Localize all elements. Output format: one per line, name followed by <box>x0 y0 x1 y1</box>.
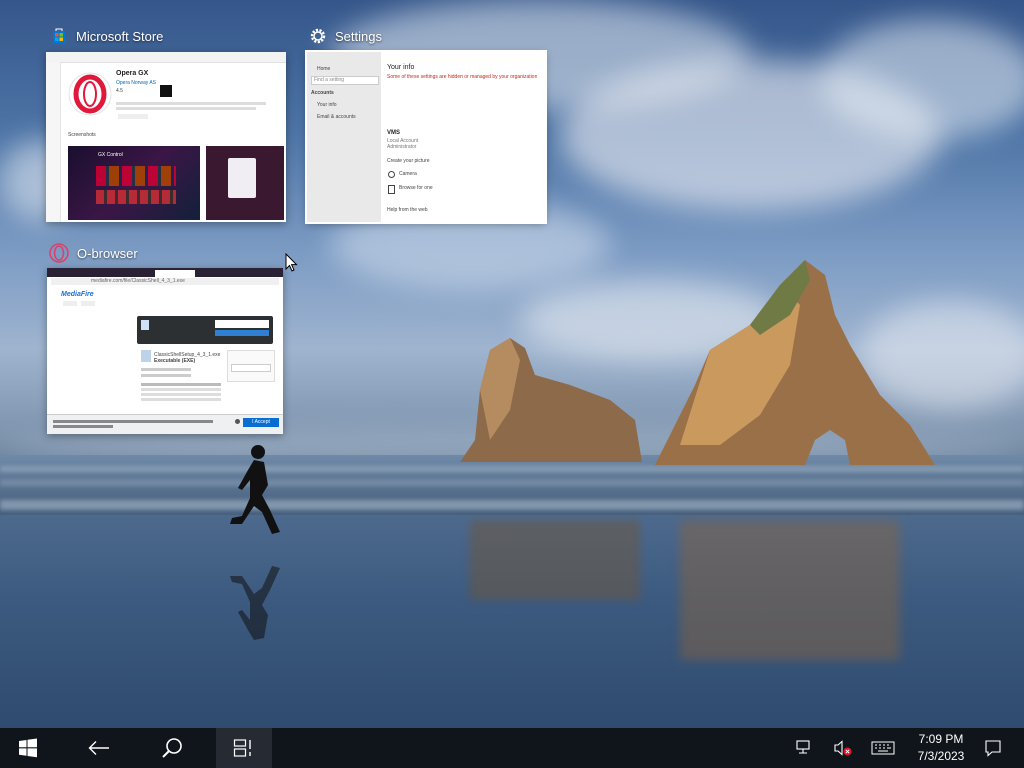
help-heading: Help from the web <box>387 207 428 213</box>
rock-small <box>460 338 642 462</box>
file-icon <box>388 185 395 194</box>
file-icon <box>141 350 151 362</box>
clock-date: 7/3/2023 <box>917 749 965 763</box>
task-view-button[interactable] <box>216 728 272 768</box>
volume-muted-icon[interactable] <box>832 738 854 758</box>
clock[interactable]: 7:09 PM 7/3/2023 <box>910 731 972 765</box>
window-thumbnail-browser[interactable]: mediafire.com/file/ClassicShell_4_3_1.ex… <box>47 268 283 434</box>
start-button[interactable] <box>0 728 56 768</box>
task-title: Microsoft Store <box>76 28 164 44</box>
screenshot-2[interactable] <box>206 146 284 220</box>
create-picture-heading: Create your picture <box>387 158 430 164</box>
nav-search[interactable]: Find a setting <box>311 76 379 85</box>
opera-icon <box>49 243 69 263</box>
touch-keyboard-icon[interactable] <box>870 738 896 758</box>
runner-silhouette <box>230 445 280 640</box>
search-icon <box>162 738 182 758</box>
help-icon[interactable] <box>235 419 240 424</box>
page-title: Your info <box>387 64 415 71</box>
task-title: Settings <box>335 28 382 44</box>
nav-item-your-info[interactable]: Your info <box>317 102 337 108</box>
search-button[interactable] <box>146 728 198 768</box>
policy-warning: Some of these settings are hidden or man… <box>387 74 537 80</box>
screenshot-1[interactable]: GX Control <box>68 146 200 220</box>
app-rating: 4.5 <box>116 88 123 94</box>
camera-icon <box>388 171 395 178</box>
opera-gx-logo <box>68 72 112 116</box>
network-icon[interactable] <box>793 738 815 758</box>
window-thumbnail-settings[interactable]: Home Find a setting Accounts Your info E… <box>305 50 547 224</box>
camera-option[interactable]: Camera <box>399 171 417 177</box>
task-view-icon <box>233 739 251 757</box>
window-thumbnail-store[interactable]: Opera GX Opera Norway AS 4.5 Screenshots… <box>46 52 286 222</box>
file-type: Executable (EXE) <box>154 358 196 364</box>
store-icon <box>53 28 65 43</box>
rock-arch <box>655 260 935 465</box>
windows-logo-icon <box>19 738 37 758</box>
task-label-browser[interactable]: O-browser <box>49 243 138 263</box>
action-center-icon[interactable] <box>982 738 1004 758</box>
nav-section: Accounts <box>311 90 334 96</box>
mediafire-logo[interactable]: MediaFire <box>61 291 94 298</box>
account-role: Administrator <box>387 144 417 150</box>
mouse-cursor <box>285 253 298 272</box>
app-name: Opera GX <box>116 70 149 77</box>
address-bar[interactable]: mediafire.com/file/ClassicShell_4_3_1.ex… <box>51 278 279 285</box>
back-arrow-icon <box>88 741 109 755</box>
section-heading: Screenshots <box>68 132 96 138</box>
nav-home[interactable]: Home <box>317 66 330 72</box>
task-title: O-browser <box>77 245 138 261</box>
esrb-badge <box>160 85 172 97</box>
back-button[interactable] <box>74 728 124 768</box>
taskbar: 7:09 PM 7/3/2023 <box>0 728 1024 768</box>
task-label-settings[interactable]: Settings <box>309 27 382 45</box>
clock-time: 7:09 PM <box>918 732 964 746</box>
accept-button[interactable]: I Accept <box>243 418 279 427</box>
task-label-store[interactable]: Microsoft Store <box>50 27 163 45</box>
nav-item-email[interactable]: Email & accounts <box>317 114 356 120</box>
browse-option[interactable]: Browse for one <box>399 185 433 191</box>
account-name: VMS <box>387 130 401 136</box>
app-publisher[interactable]: Opera Norway AS <box>116 80 156 86</box>
gear-icon <box>310 28 326 44</box>
